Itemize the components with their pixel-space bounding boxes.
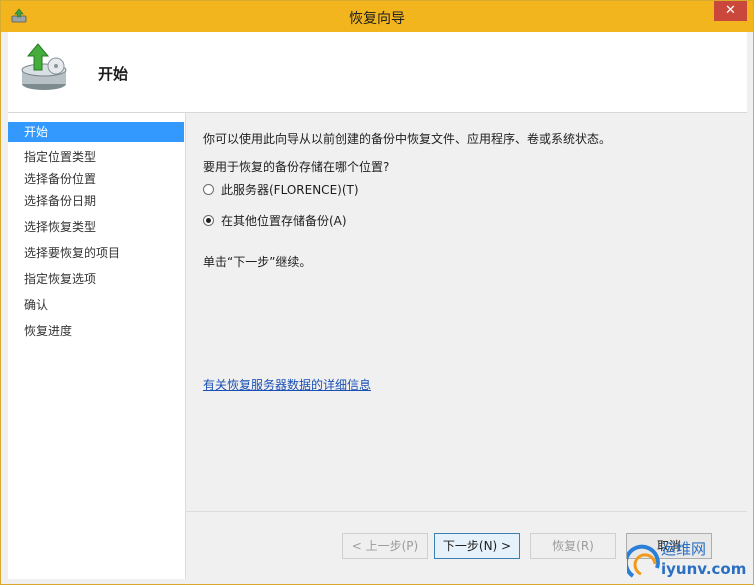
radio-button-this-server[interactable]: [203, 183, 214, 195]
instruction-text: 单击“下一步”继续。: [203, 255, 312, 269]
watermark-text: 运维网: [661, 540, 707, 558]
wizard-header: 开始: [8, 32, 747, 113]
close-icon: ✕: [725, 3, 736, 18]
radio-option-other-location[interactable]: 在其他位置存储备份(A): [203, 211, 347, 229]
sidebar-item-recovery-progress[interactable]: 恢复进度: [8, 321, 184, 341]
sidebar-item-items-to-recover[interactable]: 选择要恢复的项目: [8, 243, 184, 263]
close-button[interactable]: ✕: [714, 1, 747, 21]
restore-button[interactable]: 恢复(R): [530, 533, 616, 559]
sidebar-item-backup-location[interactable]: 选择备份位置: [8, 169, 184, 189]
site-watermark: 运维网 iyunv.com: [623, 536, 747, 580]
back-button[interactable]: < 上一步(P): [342, 533, 428, 559]
sidebar-item-location-type[interactable]: 指定位置类型: [8, 147, 184, 167]
sidebar-item-recovery-options[interactable]: 指定恢复选项: [8, 269, 184, 289]
radio-button-other-location[interactable]: [203, 214, 214, 226]
question-text: 要用于恢复的备份存储在哪个位置?: [203, 160, 390, 174]
backup-restore-icon: [21, 43, 67, 90]
radio-option-this-server[interactable]: 此服务器(FLORENCE)(T): [203, 180, 359, 198]
radio-label-this-server: 此服务器(FLORENCE)(T): [221, 182, 359, 197]
intro-text: 你可以使用此向导从以前创建的备份中恢复文件、应用程序、卷或系统状态。: [203, 132, 612, 146]
sidebar-item-start[interactable]: 开始: [8, 122, 184, 142]
next-button[interactable]: 下一步(N) >: [434, 533, 520, 559]
wizard-content: 你可以使用此向导从以前创建的备份中恢复文件、应用程序、卷或系统状态。 要用于恢复…: [186, 113, 747, 511]
watermark-url: iyunv.com: [661, 560, 747, 578]
page-title: 开始: [98, 65, 129, 83]
sidebar-item-confirmation[interactable]: 确认: [8, 295, 184, 315]
sidebar-item-backup-date[interactable]: 选择备份日期: [8, 191, 184, 211]
window-title: 恢复向导: [349, 11, 405, 27]
sidebar-item-recovery-type[interactable]: 选择恢复类型: [8, 217, 184, 237]
radio-label-other-location: 在其他位置存储备份(A): [221, 213, 347, 228]
restore-wizard-window: 恢复向导 ✕ 开始 开始 指定位置类型 选择备份位置 选择备份日期 选择恢复类型…: [0, 0, 754, 585]
help-link[interactable]: 有关恢复服务器数据的详细信息: [203, 376, 371, 393]
title-bar[interactable]: 恢复向导 ✕: [1, 1, 753, 32]
wizard-steps-sidebar: 开始 指定位置类型 选择备份位置 选择备份日期 选择恢复类型 选择要恢复的项目 …: [8, 113, 186, 579]
